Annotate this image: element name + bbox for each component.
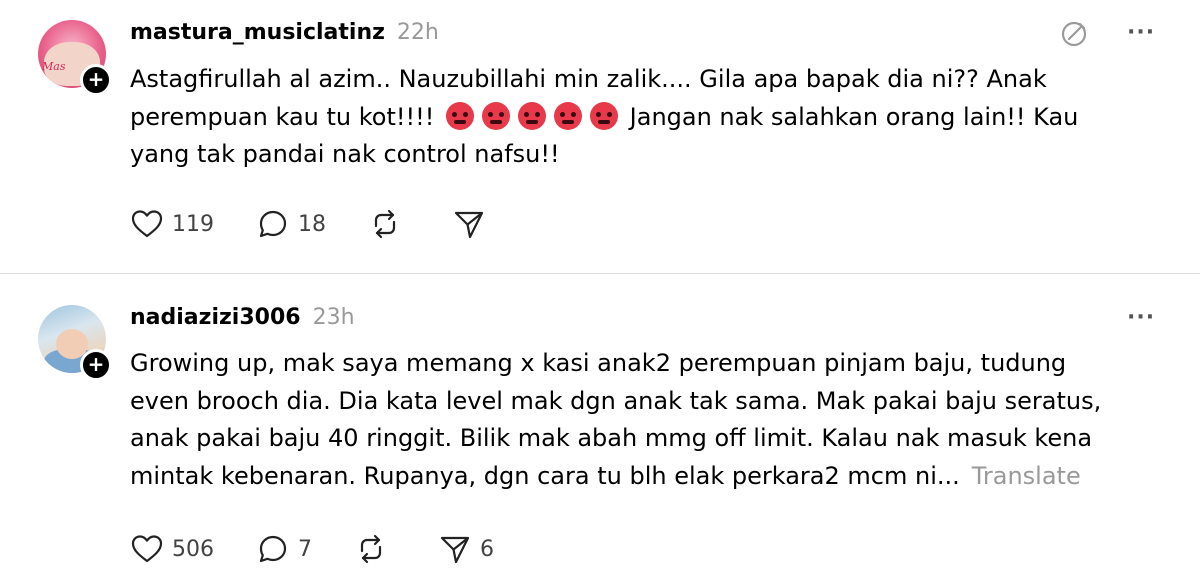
username[interactable]: nadiazizi3006 xyxy=(130,305,301,330)
like-button[interactable]: 506 xyxy=(130,532,214,566)
send-icon xyxy=(440,536,470,564)
post-header: mastura_musiclatinz 22h xyxy=(130,20,439,45)
translate-link[interactable]: Translate xyxy=(972,462,1081,490)
edit-pencil-icon[interactable] xyxy=(1058,18,1090,54)
follow-button[interactable]: + xyxy=(80,349,112,381)
share-button[interactable]: 6 xyxy=(438,532,494,566)
comment-button[interactable]: 18 xyxy=(256,207,326,241)
comment-button[interactable]: 7 xyxy=(256,532,312,566)
avatar-wrap-1[interactable]: Mas + xyxy=(38,20,112,96)
repost-icon xyxy=(360,534,382,564)
comment-count: 18 xyxy=(298,211,326,237)
post-actions: 506 7 6 xyxy=(130,532,536,566)
avatar-text: Mas xyxy=(42,60,66,73)
angry-face-emoji xyxy=(482,101,511,130)
like-count: 119 xyxy=(172,211,214,237)
like-count: 506 xyxy=(172,536,214,562)
timestamp[interactable]: 22h xyxy=(397,20,439,45)
angry-face-emoji xyxy=(446,101,475,130)
share-count: 6 xyxy=(480,536,494,562)
comment-bubble-icon xyxy=(259,210,287,238)
post-actions: 119 18 xyxy=(130,207,536,241)
more-dots-icon[interactable]: ··· xyxy=(1127,20,1155,45)
post-text: Astagfirullah al azim.. Nauzubillahi min… xyxy=(130,61,1130,174)
send-icon xyxy=(454,211,484,239)
like-button[interactable]: 119 xyxy=(130,207,214,241)
angry-face-emoji xyxy=(518,101,547,130)
username[interactable]: mastura_musiclatinz xyxy=(130,20,385,45)
comment-bubble-icon xyxy=(259,535,287,563)
repost-button[interactable] xyxy=(354,532,396,566)
heart-icon xyxy=(131,535,163,563)
more-dots-icon[interactable]: ··· xyxy=(1127,305,1155,330)
timestamp[interactable]: 23h xyxy=(313,305,355,330)
post-divider xyxy=(0,273,1200,274)
post-text: Growing up, mak saya memang x kasi anak2… xyxy=(130,345,1130,495)
heart-icon xyxy=(131,210,163,238)
angry-face-emoji xyxy=(554,101,583,130)
repost-icon xyxy=(374,209,396,239)
post-text-content: Growing up, mak saya memang x kasi anak2… xyxy=(130,349,1102,490)
comment-count: 7 xyxy=(298,536,312,562)
repost-button[interactable] xyxy=(368,207,410,241)
angry-face-emoji xyxy=(590,101,619,130)
post-header: nadiazizi3006 23h xyxy=(130,305,355,330)
follow-button[interactable]: + xyxy=(80,64,112,96)
share-button[interactable] xyxy=(452,207,494,241)
avatar-wrap-2[interactable]: + xyxy=(38,305,112,381)
